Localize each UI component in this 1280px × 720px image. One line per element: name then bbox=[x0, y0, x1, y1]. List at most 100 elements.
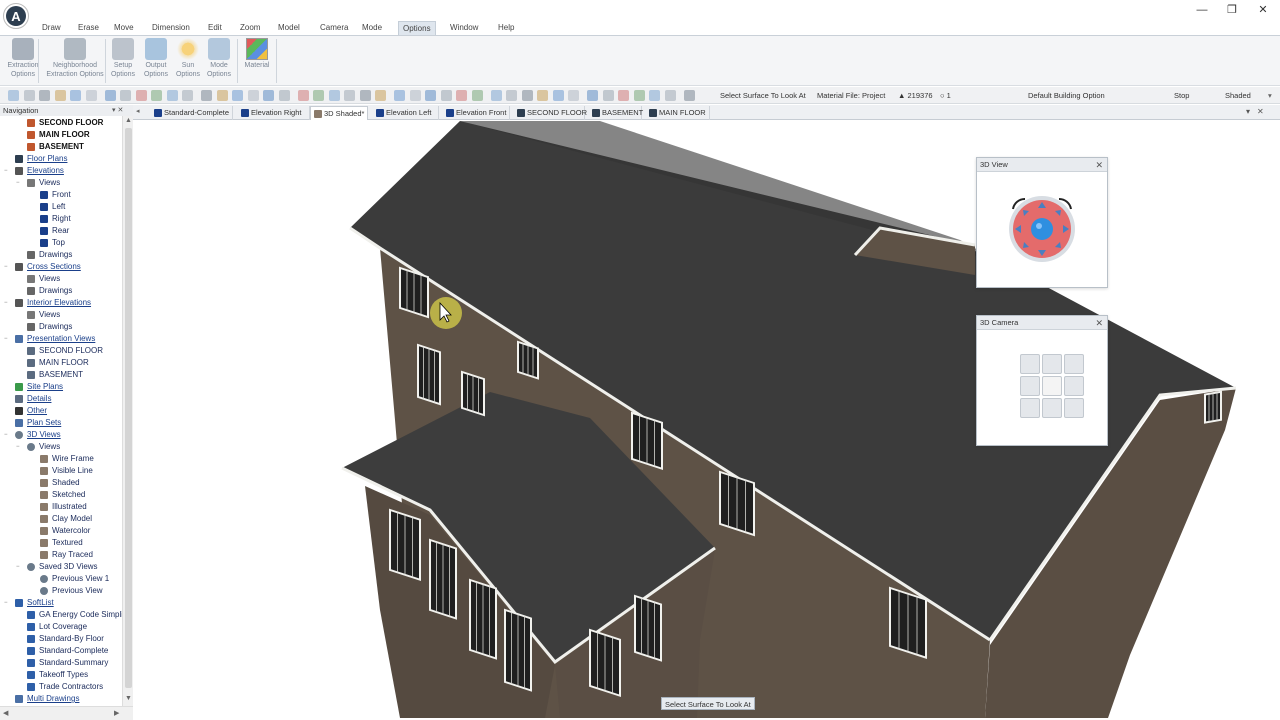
scroll-thumb[interactable] bbox=[125, 128, 132, 688]
toolbar-tool-icon[interactable] bbox=[552, 90, 564, 101]
ribbon-neighborhood-button[interactable]: Neighborhood Extraction Options bbox=[42, 38, 108, 84]
menu-window[interactable]: Window bbox=[446, 21, 482, 35]
camera-zoom-out-icon[interactable] bbox=[1064, 398, 1084, 418]
tab-elevation-right[interactable]: Elevation Right bbox=[238, 106, 310, 120]
nav-item-plan-sets[interactable]: Plan Sets bbox=[0, 417, 122, 429]
nav-item-drawings[interactable]: Drawings bbox=[0, 249, 122, 261]
nav-item-elevations[interactable]: − Elevations bbox=[0, 165, 122, 177]
nav-item-views[interactable]: − Views bbox=[0, 177, 122, 189]
navigation-hscrollbar[interactable]: ◀ ▶ bbox=[0, 706, 133, 720]
toolbar-tool-icon[interactable] bbox=[375, 90, 386, 101]
navigation-pin-close[interactable]: ▾ ✕ bbox=[112, 105, 123, 116]
tab-3d-shaded-[interactable]: 3D Shaded* bbox=[310, 106, 368, 120]
camera-down-icon[interactable] bbox=[1042, 398, 1062, 418]
toolbar-tool-icon[interactable] bbox=[39, 90, 50, 101]
ribbon-sun-button[interactable]: Sun Options bbox=[173, 38, 203, 84]
nav-item-cross-sections[interactable]: − Cross Sections bbox=[0, 261, 122, 273]
view-compass-widget[interactable] bbox=[977, 173, 1107, 288]
collapse-toggle-icon[interactable]: − bbox=[4, 264, 10, 270]
scroll-down-icon[interactable]: ▼ bbox=[125, 695, 132, 702]
toolbar-tool-icon[interactable] bbox=[135, 90, 147, 101]
toolbar-tool-icon[interactable] bbox=[664, 90, 676, 101]
toolbar-tool-icon[interactable] bbox=[297, 90, 309, 101]
nav-item-wire-frame[interactable]: Wire Frame bbox=[0, 453, 122, 465]
tab-basement[interactable]: BASEMENT bbox=[589, 106, 643, 120]
nav-item-lot-coverage[interactable]: Lot Coverage bbox=[0, 621, 122, 633]
nav-item-multi-drawings[interactable]: Multi Drawings bbox=[0, 693, 122, 705]
restore-button[interactable]: ❐ bbox=[1218, 2, 1246, 18]
toolbar-tool-icon[interactable] bbox=[537, 90, 548, 101]
toolbar-tool-icon[interactable] bbox=[683, 90, 695, 101]
nav-item-sketched[interactable]: Sketched bbox=[0, 489, 122, 501]
collapse-toggle-icon[interactable]: − bbox=[4, 300, 10, 306]
nav-item-left[interactable]: Left bbox=[0, 201, 122, 213]
collapse-toggle-icon[interactable]: − bbox=[16, 564, 22, 570]
stop-button[interactable]: Stop bbox=[1174, 90, 1189, 101]
nav-item-site-plans[interactable]: Site Plans bbox=[0, 381, 122, 393]
ribbon-setup-button[interactable]: Setup Options bbox=[107, 38, 139, 84]
tab-second-floor[interactable]: SECOND FLOOR bbox=[514, 106, 587, 120]
menu-options[interactable]: Options bbox=[398, 21, 436, 35]
nav-item-views[interactable]: − Views bbox=[0, 441, 122, 453]
camera-right-icon[interactable] bbox=[1064, 376, 1084, 396]
toolbar-tool-icon[interactable] bbox=[278, 90, 290, 101]
camera-left-icon[interactable] bbox=[1020, 376, 1040, 396]
nav-item-drawings[interactable]: Drawings bbox=[0, 321, 122, 333]
nav-item-main-floor[interactable]: MAIN FLOOR bbox=[0, 357, 122, 369]
menu-draw[interactable]: Draw bbox=[38, 21, 65, 35]
camera-up-icon[interactable] bbox=[1042, 354, 1062, 374]
toolbar-tool-icon[interactable] bbox=[120, 90, 131, 101]
tab-standard-complete[interactable]: Standard-Complete bbox=[151, 106, 233, 120]
nav-item-trade-contractors[interactable]: Trade Contractors bbox=[0, 681, 122, 693]
tab-list-dropdown[interactable]: ▾ bbox=[1246, 107, 1250, 116]
nav-item-other[interactable]: Other bbox=[0, 405, 122, 417]
toolbar-tool-icon[interactable] bbox=[587, 90, 598, 101]
nav-item-presentation-views[interactable]: − Presentation Views bbox=[0, 333, 122, 345]
nav-item-basement[interactable]: BASEMENT bbox=[0, 141, 122, 153]
menu-camera[interactable]: Camera bbox=[316, 21, 352, 35]
nav-item-drawings[interactable]: Drawings bbox=[0, 285, 122, 297]
toolbar-tool-icon[interactable] bbox=[344, 90, 355, 101]
render-mode-select[interactable]: Shaded bbox=[1225, 90, 1251, 101]
toolbar-tool-icon[interactable] bbox=[456, 90, 467, 101]
minimize-button[interactable]: — bbox=[1188, 2, 1216, 18]
material-file-label[interactable]: Material File: Project bbox=[817, 90, 885, 101]
menu-mode[interactable]: Mode bbox=[358, 21, 386, 35]
toolbar-tool-icon[interactable] bbox=[568, 90, 579, 101]
toolbar-tool-icon[interactable] bbox=[471, 90, 483, 101]
menu-help[interactable]: Help bbox=[494, 21, 518, 35]
toolbar-tool-icon[interactable] bbox=[425, 90, 436, 101]
nav-item-ray-traced[interactable]: Ray Traced bbox=[0, 549, 122, 561]
toolbar-tool-icon[interactable] bbox=[633, 90, 645, 101]
nav-item-floor-plans[interactable]: Floor Plans bbox=[0, 153, 122, 165]
toolbar-tool-icon[interactable] bbox=[201, 90, 212, 101]
nav-item-takeoff-types[interactable]: Takeoff Types bbox=[0, 669, 122, 681]
nav-item-ga-energy-code-simpli[interactable]: GA Energy Code Simpli bbox=[0, 609, 122, 621]
nav-item-clay-model[interactable]: Clay Model bbox=[0, 513, 122, 525]
render-mode-dropdown-icon[interactable]: ▾ bbox=[1268, 90, 1272, 101]
menu-erase[interactable]: Erase bbox=[74, 21, 103, 35]
scroll-up-icon[interactable]: ▲ bbox=[125, 117, 132, 124]
collapse-toggle-icon[interactable]: − bbox=[4, 600, 10, 606]
nav-item-visible-line[interactable]: Visible Line bbox=[0, 465, 122, 477]
nav-item-views[interactable]: Views bbox=[0, 273, 122, 285]
toolbar-tool-icon[interactable] bbox=[394, 90, 405, 101]
ribbon-mode-button[interactable]: Mode Options bbox=[203, 38, 235, 84]
toolbar-tool-icon[interactable] bbox=[54, 90, 66, 101]
nav-item-shaded[interactable]: Shaded bbox=[0, 477, 122, 489]
toolbar-tool-icon[interactable] bbox=[104, 90, 116, 101]
toolbar-tool-icon[interactable] bbox=[359, 90, 371, 101]
camera-zoom-in-icon[interactable] bbox=[1020, 398, 1040, 418]
toolbar-tool-icon[interactable] bbox=[440, 90, 452, 101]
toolbar-tool-icon[interactable] bbox=[232, 90, 243, 101]
ribbon-output-button[interactable]: Output Options bbox=[140, 38, 172, 84]
3d-viewport[interactable]: 3D View ✕ 3D Camera ✕ bbox=[138, 121, 1280, 718]
toolbar-tool-icon[interactable] bbox=[328, 90, 340, 101]
toolbar-tool-icon[interactable] bbox=[649, 90, 660, 101]
toolbar-tool-icon[interactable] bbox=[85, 90, 97, 101]
toolbar-tool-icon[interactable] bbox=[182, 90, 193, 101]
menu-model[interactable]: Model bbox=[274, 21, 304, 35]
menu-move[interactable]: Move bbox=[110, 21, 138, 35]
nav-item-textured[interactable]: Textured bbox=[0, 537, 122, 549]
toolbar-tool-icon[interactable] bbox=[8, 90, 19, 101]
